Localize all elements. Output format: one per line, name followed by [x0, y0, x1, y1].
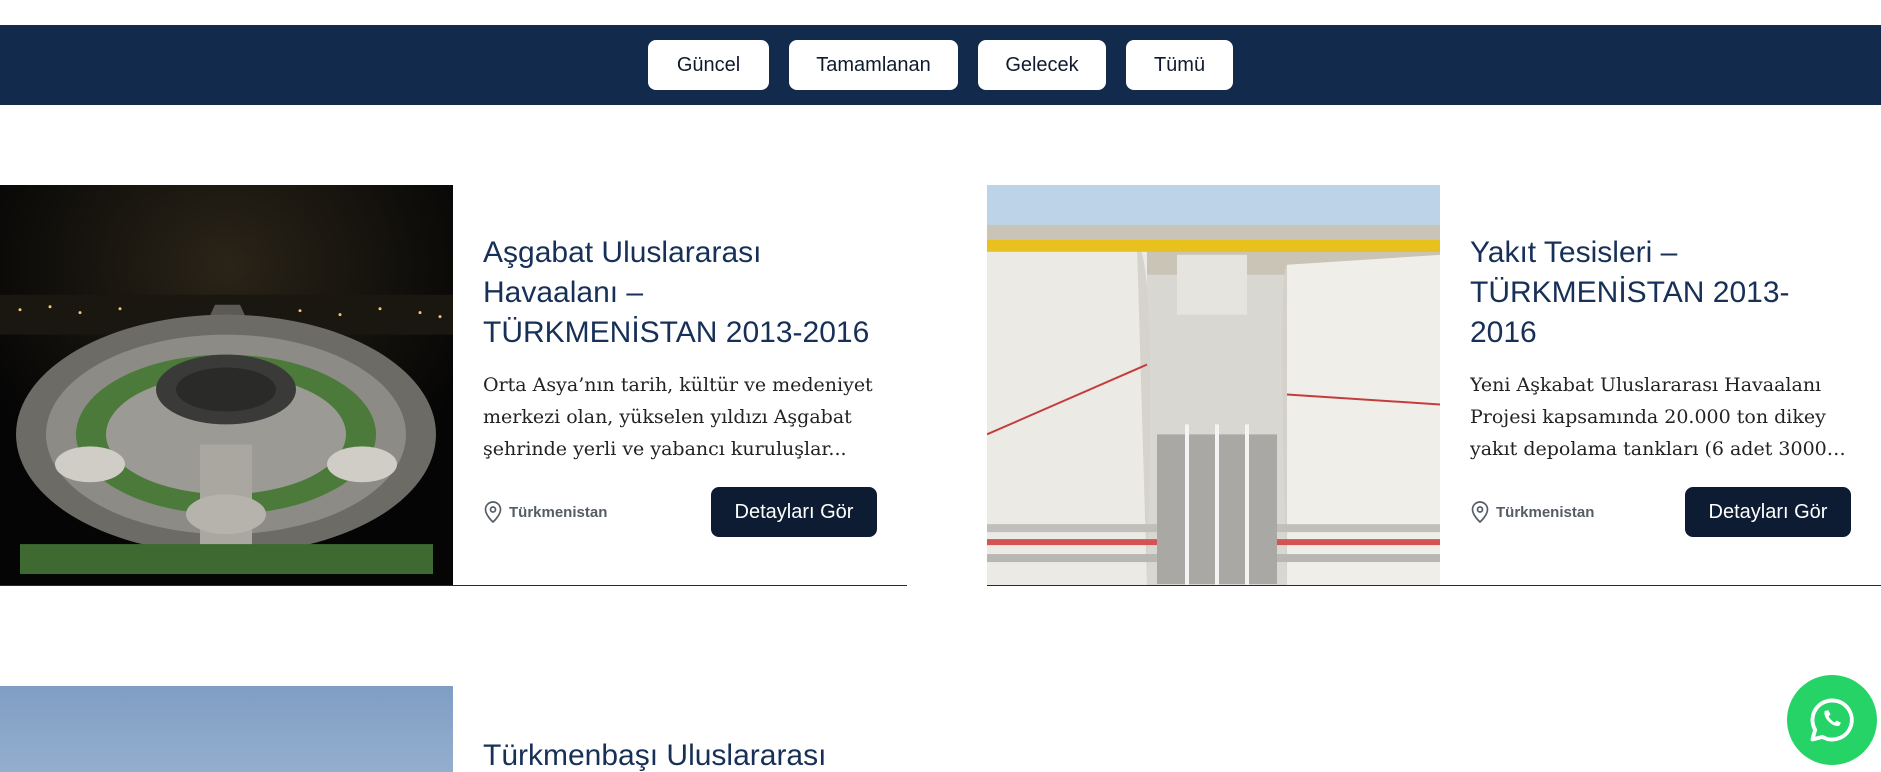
- project-image-airport[interactable]: [0, 185, 453, 585]
- map-pin-icon: [484, 501, 502, 524]
- project-title[interactable]: Türkmenbaşı Uluslararası: [483, 736, 877, 772]
- filter-current-button[interactable]: Güncel: [648, 40, 769, 90]
- project-card: Aşgabat Uluslararası Havaalanı – TÜRKMEN…: [0, 185, 907, 586]
- project-description: Yeni Aşkabat Uluslararası Havaalanı Proj…: [1470, 374, 1827, 460]
- map-pin-icon: [1471, 501, 1489, 524]
- project-image-fuel-tanks[interactable]: [987, 185, 1440, 585]
- filter-completed-button[interactable]: Tamamlanan: [789, 40, 958, 90]
- filter-upcoming-button[interactable]: Gelecek: [978, 40, 1106, 90]
- project-card: Türkmenbaşı Uluslararası: [0, 686, 907, 772]
- view-details-button[interactable]: Detayları Gör: [1685, 487, 1851, 537]
- location-label: Türkmenistan: [1496, 503, 1595, 521]
- project-title[interactable]: Yakıt Tesisleri – TÜRKMENİSTAN 2013-2016: [1470, 233, 1851, 353]
- project-title[interactable]: Aşgabat Uluslararası Havaalanı – TÜRKMEN…: [483, 233, 877, 353]
- whatsapp-button[interactable]: [1787, 675, 1877, 765]
- location-label: Türkmenistan: [509, 503, 608, 521]
- project-filter-bar: Güncel Tamamlanan Gelecek Tümü: [0, 25, 1881, 105]
- whatsapp-icon: [1810, 698, 1854, 742]
- project-image-turkmenbasi[interactable]: [0, 686, 453, 772]
- filter-all-button[interactable]: Tümü: [1126, 40, 1233, 90]
- project-description: Orta Asya’nın tarih, kültür ve medeniyet…: [483, 374, 873, 460]
- view-details-button[interactable]: Detayları Gör: [711, 487, 877, 537]
- project-location: Türkmenistan: [1470, 500, 1594, 524]
- project-card: Yakıt Tesisleri – TÜRKMENİSTAN 2013-2016…: [987, 185, 1881, 586]
- project-location: Türkmenistan: [483, 500, 607, 524]
